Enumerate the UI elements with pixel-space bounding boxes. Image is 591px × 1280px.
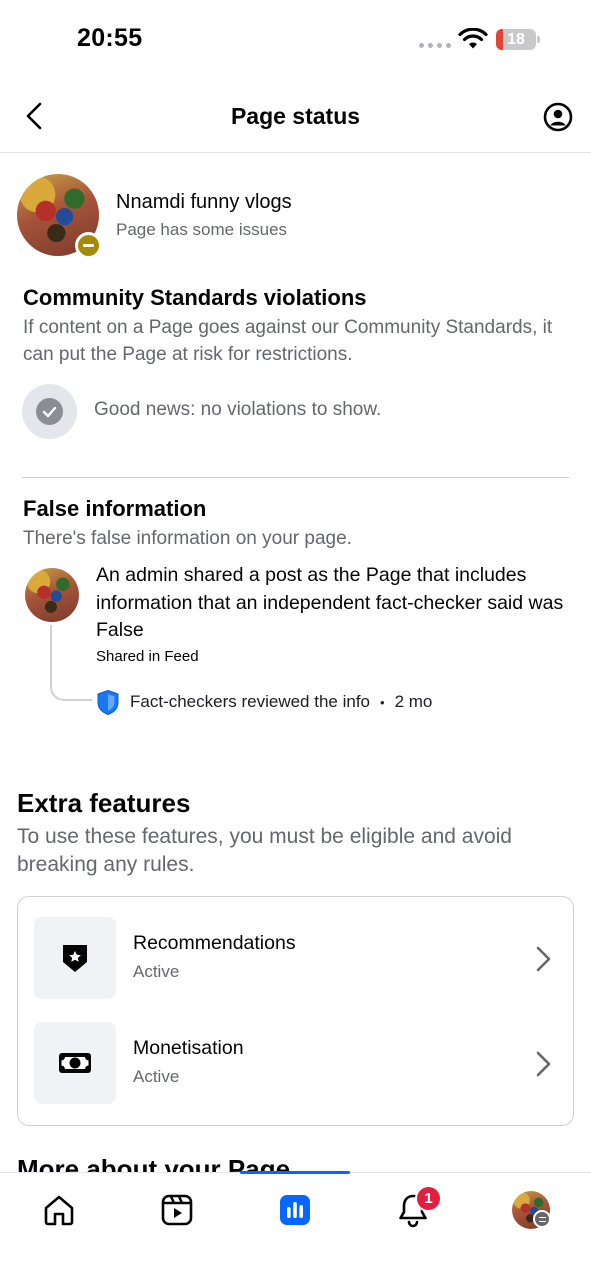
community-standards-description: If content on a Page goes against our Co… <box>23 317 553 365</box>
chevron-right-icon <box>536 946 551 972</box>
good-news-row: Good news: no violations to show. <box>22 384 542 440</box>
tab-insights[interactable] <box>265 1185 325 1235</box>
cellular-signal-icon <box>419 43 451 48</box>
home-icon <box>44 1195 74 1226</box>
feature-label: Recommendations <box>133 932 296 954</box>
false-information-description: There's false information on your page. <box>23 528 352 549</box>
user-circle-icon <box>543 102 573 132</box>
video-icon <box>161 1194 193 1226</box>
checkmark-circle-icon <box>22 384 77 439</box>
false-information-item-text[interactable]: An admin shared a post as the Page that … <box>96 562 566 645</box>
false-information-title: False information <box>23 496 207 521</box>
good-news-text: Good news: no violations to show. <box>94 399 382 420</box>
shared-in-text: Shared in Feed <box>96 648 199 665</box>
extra-features-description: To use these features, you must be eligi… <box>17 825 512 876</box>
tab-reels[interactable] <box>147 1185 207 1235</box>
page-name: Nnamdi funny vlogs <box>116 191 292 213</box>
wifi-icon <box>458 28 488 49</box>
menu-badge-icon <box>533 1210 551 1228</box>
fact-check-text: Fact-checkers reviewed the info <box>130 692 370 711</box>
feature-label: Monetisation <box>133 1037 244 1059</box>
page-status-text: Page has some issues <box>116 220 288 239</box>
profile-switch-button[interactable] <box>540 99 576 135</box>
fact-check-time: 2 mo <box>394 692 433 711</box>
battery-level: 18 <box>507 31 525 48</box>
more-about-page-title: More about your Page <box>17 1154 291 1172</box>
feature-row-recommendations[interactable]: Recommendations Active <box>18 917 573 1001</box>
extra-features-title: Extra features <box>17 788 191 818</box>
page-title: Page status <box>230 103 361 129</box>
header: Page status <box>0 80 591 153</box>
insights-icon <box>280 1195 310 1225</box>
badge-star-icon <box>34 917 116 999</box>
community-standards-title: Community Standards violations <box>23 285 367 310</box>
chevron-right-icon <box>536 1051 551 1077</box>
post-avatar <box>25 568 79 622</box>
fact-check-row[interactable]: Fact-checkers reviewed the info • 2 mo <box>96 688 432 716</box>
feature-status: Active <box>133 962 180 981</box>
feature-card: Recommendations Active Monetisation Acti… <box>17 896 574 1126</box>
money-icon <box>34 1022 116 1104</box>
tab-home[interactable] <box>29 1185 89 1235</box>
feature-row-monetisation[interactable]: Monetisation Active <box>18 1022 573 1106</box>
battery-icon: 18 <box>496 29 540 50</box>
feature-status: Active <box>133 1067 180 1086</box>
bottom-tab-bar: 1 <box>0 1171 591 1280</box>
active-tab-indicator <box>240 1171 350 1174</box>
shield-icon <box>97 689 119 715</box>
status-bar: 20:55 18 <box>0 0 591 80</box>
status-time: 20:55 <box>77 24 143 52</box>
notification-badge: 1 <box>415 1185 442 1212</box>
tab-profile[interactable] <box>501 1185 561 1235</box>
thread-connector <box>50 625 92 701</box>
warning-status-icon <box>75 232 102 259</box>
page-info: Nnamdi funny vlogs Page has some issues <box>17 174 577 259</box>
section-divider <box>22 477 569 478</box>
separator-dot: • <box>380 694 385 710</box>
